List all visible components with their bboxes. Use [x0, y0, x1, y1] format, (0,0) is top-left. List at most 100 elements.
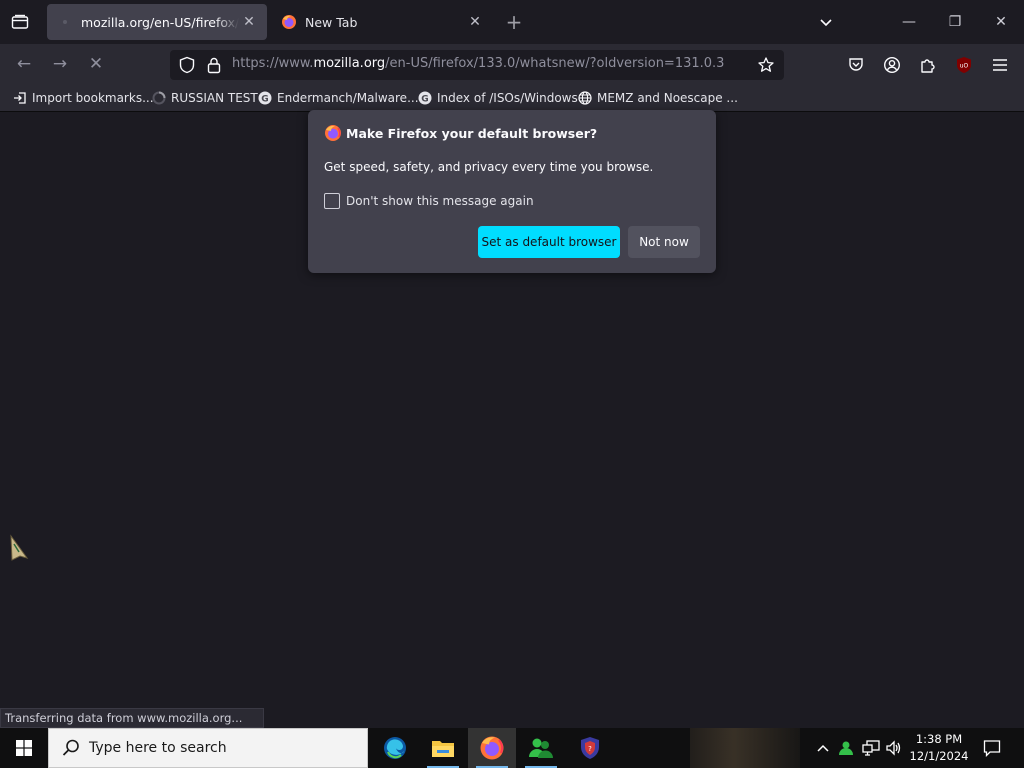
url-bar[interactable]: https://www.mozilla.org/en-US/firefox/13… — [170, 50, 784, 80]
firefox-view-button[interactable] — [6, 10, 34, 34]
bookmark-label: Index of /ISOs/Windows — [437, 91, 578, 105]
taskbar-people-app[interactable] — [517, 728, 565, 768]
loading-dot-icon — [57, 14, 73, 30]
svg-text:uO: uO — [960, 63, 969, 70]
set-default-browser-button[interactable]: Set as default browser — [478, 226, 620, 258]
chevron-down-icon — [820, 19, 832, 27]
speaker-icon — [886, 740, 901, 756]
clock-time: 1:38 PM — [915, 732, 963, 746]
firefox-favicon-icon — [281, 14, 297, 30]
new-tab-button[interactable]: + — [503, 12, 525, 34]
extensions-button[interactable] — [916, 53, 940, 77]
network-icon — [862, 740, 880, 756]
import-icon — [12, 91, 27, 106]
show-hidden-icons-button[interactable] — [813, 738, 833, 758]
file-explorer-icon — [432, 741, 454, 757]
not-now-button[interactable]: Not now — [628, 226, 700, 258]
bookmark-memz-noescape[interactable]: MEMZ and Noescape ... — [577, 89, 738, 107]
network-button[interactable] — [861, 738, 881, 758]
bookmark-label: MEMZ and Noescape ... — [597, 91, 738, 105]
svg-text:?: ? — [588, 745, 592, 753]
dont-show-again-row[interactable]: Don't show this message again — [324, 193, 534, 209]
navigation-toolbar: ← → ✕ https://www.mozilla.org/en-US/fire… — [0, 44, 1024, 84]
puzzle-icon — [921, 59, 935, 73]
tab-title: mozilla.org/en-US/firefox/133.0/whatsnew… — [81, 14, 239, 30]
dont-show-again-checkbox[interactable] — [324, 193, 340, 209]
default-browser-prompt: Make Firefox your default browser? Get s… — [308, 110, 716, 273]
search-placeholder: Type here to search — [89, 740, 227, 756]
bookmark-label: Endermanch/Malware... — [277, 91, 419, 105]
hamburger-menu-icon — [993, 59, 1007, 71]
tray-people-icon — [839, 741, 853, 755]
lock-icon[interactable] — [206, 56, 222, 74]
volume-button[interactable] — [884, 738, 904, 758]
stop-button[interactable]: ✕ — [83, 52, 109, 76]
bookmarks-toolbar: Import bookmarks... RUSSIAN TEST G Ender… — [0, 84, 1024, 112]
start-button[interactable] — [0, 728, 48, 768]
status-panel: Transferring data from www.mozilla.org..… — [0, 708, 264, 728]
search-icon — [62, 739, 79, 756]
tab-strip: mozilla.org/en-US/firefox/133.0/whatsnew… — [0, 0, 1024, 44]
taskbar-file-explorer[interactable] — [419, 728, 467, 768]
url-prefix: https://www. — [232, 56, 314, 71]
google-icon: G — [257, 91, 272, 106]
shield-app-icon: ? — [581, 737, 599, 759]
taskbar-shield-app[interactable]: ? — [566, 728, 614, 768]
url-host: mozilla.org — [313, 56, 386, 71]
minimize-button[interactable]: — — [886, 8, 932, 36]
tab-mozilla-whatsnew[interactable]: mozilla.org/en-US/firefox/133.0/whatsnew… — [47, 4, 267, 40]
prompt-header: Make Firefox your default browser? — [324, 124, 597, 142]
edge-icon — [384, 737, 406, 759]
loading-icon — [151, 91, 166, 106]
bookmark-endermanch-malware[interactable]: G Endermanch/Malware... — [257, 89, 419, 107]
svg-text:G: G — [261, 94, 268, 104]
firefox-icon — [480, 736, 504, 760]
system-clock[interactable]: 1:38 PM 12/1/2024 — [908, 731, 970, 765]
taskbar-edge[interactable] — [371, 728, 419, 768]
bookmark-import[interactable]: Import bookmarks... — [12, 89, 154, 107]
restore-button[interactable]: ❐ — [932, 8, 978, 36]
clock-date: 12/1/2024 — [909, 749, 969, 763]
people-icon — [529, 738, 553, 758]
bookmark-star-icon[interactable] — [756, 55, 776, 75]
close-window-button[interactable]: ✕ — [978, 8, 1024, 36]
app-menu-button[interactable] — [988, 53, 1012, 77]
taskbar-search-box[interactable]: Type here to search — [48, 728, 368, 768]
chevron-up-icon — [817, 744, 829, 752]
url-path: /en-US/firefox/133.0/whatsnew/?oldversio… — [385, 56, 725, 71]
forward-button[interactable]: → — [47, 52, 73, 76]
firefox-logo-icon — [324, 124, 342, 142]
back-button[interactable]: ← — [11, 52, 37, 76]
pocket-button[interactable] — [844, 53, 868, 77]
windows-taskbar: Type here to search ? 1:38 PM 12/1/2024 — [0, 728, 1024, 768]
ublock-origin-button[interactable]: uO — [952, 53, 976, 77]
tab-close-icon[interactable]: ✕ — [239, 12, 259, 32]
taskbar-wallpaper-strip — [690, 728, 800, 768]
account-button[interactable] — [880, 53, 904, 77]
google-icon: G — [417, 91, 432, 106]
prompt-title: Make Firefox your default browser? — [346, 125, 598, 141]
ublock-shield-icon: uO — [957, 57, 971, 73]
prompt-message: Get speed, safety, and privacy every tim… — [324, 160, 654, 174]
mouse-cursor-icon — [8, 534, 30, 562]
windows-logo-icon — [16, 740, 32, 756]
taskbar-firefox[interactable] — [468, 728, 516, 768]
action-center-button[interactable] — [980, 736, 1004, 760]
bookmark-label: Import bookmarks... — [32, 91, 154, 105]
list-all-tabs-button[interactable] — [814, 12, 838, 34]
globe-icon — [577, 91, 592, 106]
bookmark-label: RUSSIAN TEST — [171, 91, 258, 105]
tab-new-tab[interactable]: New Tab ✕ — [271, 4, 493, 40]
firefox-view-icon — [11, 14, 29, 29]
tab-close-icon[interactable]: ✕ — [465, 12, 485, 32]
bookmark-index-isos-windows[interactable]: G Index of /ISOs/Windows — [417, 89, 578, 107]
tracking-protection-shield-icon[interactable] — [178, 56, 196, 74]
notification-icon — [983, 740, 1001, 757]
tray-people-button[interactable] — [837, 738, 857, 758]
pocket-icon — [849, 58, 863, 71]
bookmark-russian-test[interactable]: RUSSIAN TEST — [151, 89, 258, 107]
tab-title: New Tab — [305, 14, 358, 30]
url-text[interactable]: https://www.mozilla.org/en-US/firefox/13… — [232, 56, 724, 71]
dont-show-again-label[interactable]: Don't show this message again — [346, 194, 534, 208]
svg-text:G: G — [421, 94, 428, 104]
